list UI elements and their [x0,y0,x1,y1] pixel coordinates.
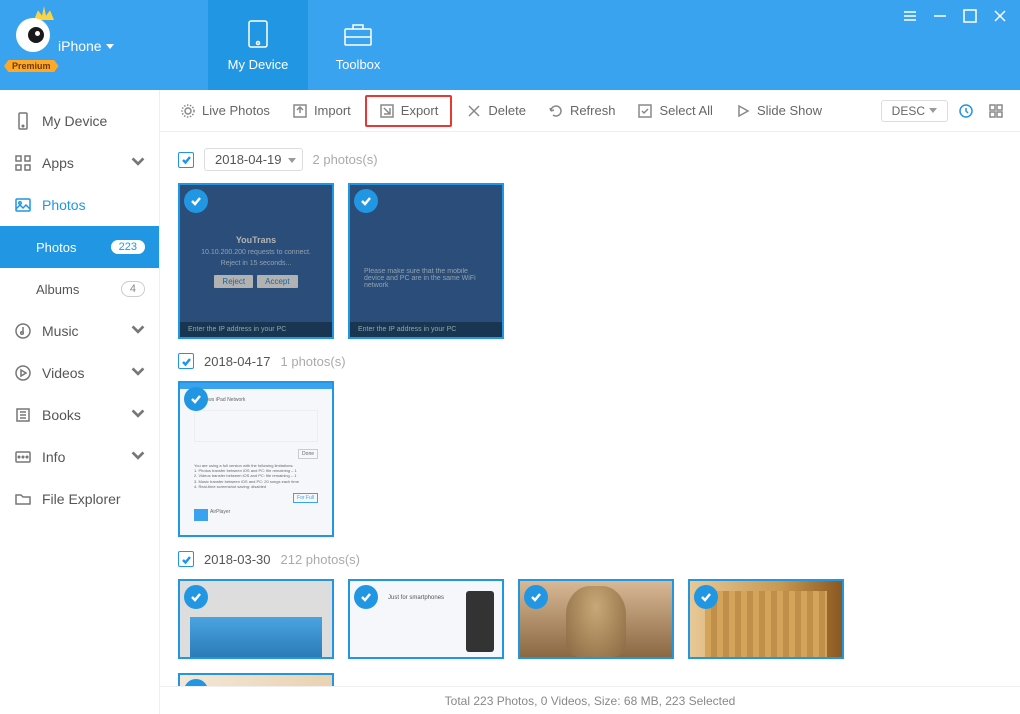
export-button[interactable]: Export [365,95,453,127]
date-group: 2018-04-19 2 photos(s) YouTrans 10.10.20… [178,148,1002,339]
group-checkbox[interactable] [178,152,194,168]
sidebar-item-apps[interactable]: Apps [0,142,159,184]
chevron-down-icon [129,153,147,174]
refresh-icon [548,103,564,119]
grid-icon [988,103,1004,119]
grid-view-button[interactable] [984,99,1008,123]
selected-check-icon [184,189,208,213]
time-view-button[interactable] [954,99,978,123]
selected-check-icon [694,585,718,609]
folder-icon [14,490,32,508]
device-label: iPhone [58,38,102,54]
date-dropdown[interactable]: 2018-04-19 [204,148,303,171]
toolbar: Live Photos Import Export Delete Refresh… [160,90,1020,132]
group-checkbox[interactable] [178,353,194,369]
photo-thumbnail[interactable]: Just for smartphones [348,579,504,659]
sidebar-item-photos[interactable]: Photos [0,184,159,226]
select-all-button[interactable]: Select All [629,99,720,123]
maximize-button[interactable] [962,8,978,24]
status-text: Total 223 Photos, 0 Videos, Size: 68 MB,… [445,694,736,708]
selected-check-icon [184,585,208,609]
group-count: 1 photos(s) [281,354,346,369]
sidebar-item-info[interactable]: Info [0,436,159,478]
logo-area: Premium iPhone [0,0,208,90]
sidebar-item-my-device[interactable]: My Device [0,100,159,142]
play-icon [735,103,751,119]
photo-scroll-area[interactable]: 2018-04-19 2 photos(s) YouTrans 10.10.20… [160,132,1020,686]
sidebar-item-albums[interactable]: Albums 4 [0,268,159,310]
tab-toolbox[interactable]: Toolbox [308,0,408,90]
sidebar-item-photos-sub[interactable]: Photos 223 [0,226,159,268]
header-tabs: My Device Toolbox [208,0,408,90]
photos-count-badge: 223 [111,240,145,254]
photo-thumbnail[interactable] [518,579,674,659]
videos-icon [14,364,32,382]
delete-icon [466,103,482,119]
photo-thumbnail[interactable]: YouTrans 10.10.200.200 requests to conne… [178,183,334,339]
sidebar-item-music[interactable]: Music [0,310,159,352]
chevron-down-icon [129,405,147,426]
albums-count-badge: 4 [121,281,145,297]
export-icon [379,103,395,119]
window-controls [902,8,1008,24]
photo-thumbnail[interactable] [688,579,844,659]
caret-down-icon [929,108,937,113]
date-group: 2018-03-30 212 photos(s) Just for smartp… [178,551,1002,686]
sidebar-item-books[interactable]: Books [0,394,159,436]
live-photos-button[interactable]: Live Photos [172,99,278,123]
app-logo-icon [12,8,56,52]
date-group-header: 2018-03-30 212 photos(s) [178,551,1002,567]
music-icon [14,322,32,340]
sidebar-item-videos[interactable]: Videos [0,352,159,394]
menu-icon[interactable] [902,8,918,24]
content-area: Live Photos Import Export Delete Refresh… [160,90,1020,714]
refresh-button[interactable]: Refresh [540,99,624,123]
minimize-button[interactable] [932,8,948,24]
date-label: 2018-04-17 [204,354,271,369]
chevron-down-icon [129,447,147,468]
books-icon [14,406,32,424]
date-group-header: 2018-04-17 1 photos(s) [178,353,1002,369]
premium-badge: Premium [4,60,59,72]
photo-thumbnail[interactable] [178,579,334,659]
selected-check-icon [354,585,378,609]
clock-icon [958,103,974,119]
date-group-header: 2018-04-19 2 photos(s) [178,148,1002,171]
tablet-icon [240,19,276,49]
caret-down-icon [106,44,114,49]
device-selector[interactable]: iPhone [58,38,114,54]
sidebar: My Device Apps Photos Photos 223 Albums … [0,90,160,714]
delete-button[interactable]: Delete [458,99,534,123]
group-count: 2 photos(s) [313,152,378,167]
tab-my-device[interactable]: My Device [208,0,308,90]
import-button[interactable]: Import [284,99,359,123]
select-all-icon [637,103,653,119]
info-icon [14,448,32,466]
group-count: 212 photos(s) [281,552,361,567]
date-label: 2018-03-30 [204,552,271,567]
photo-thumbnail[interactable]: Windows iPad Network Done You are using … [178,381,334,537]
close-button[interactable] [992,8,1008,24]
device-icon [14,112,32,130]
app-header: Premium iPhone My Device Toolbox [0,0,1020,90]
chevron-down-icon [129,321,147,342]
sidebar-item-file-explorer[interactable]: File Explorer [0,478,159,520]
chevron-down-icon [129,363,147,384]
sort-order-button[interactable]: DESC [881,100,948,122]
toolbox-icon [340,19,376,49]
selected-check-icon [184,387,208,411]
live-photos-icon [180,103,196,119]
slideshow-button[interactable]: Slide Show [727,99,830,123]
import-icon [292,103,308,119]
apps-icon [14,154,32,172]
group-checkbox[interactable] [178,551,194,567]
photo-thumbnail[interactable]: Please make sure that the mobile device … [348,183,504,339]
photo-thumbnail[interactable] [178,673,334,686]
photos-icon [14,196,32,214]
selected-check-icon [524,585,548,609]
selected-check-icon [354,189,378,213]
status-bar: Total 223 Photos, 0 Videos, Size: 68 MB,… [160,686,1020,714]
date-group: 2018-04-17 1 photos(s) Windows iPad Netw… [178,353,1002,537]
